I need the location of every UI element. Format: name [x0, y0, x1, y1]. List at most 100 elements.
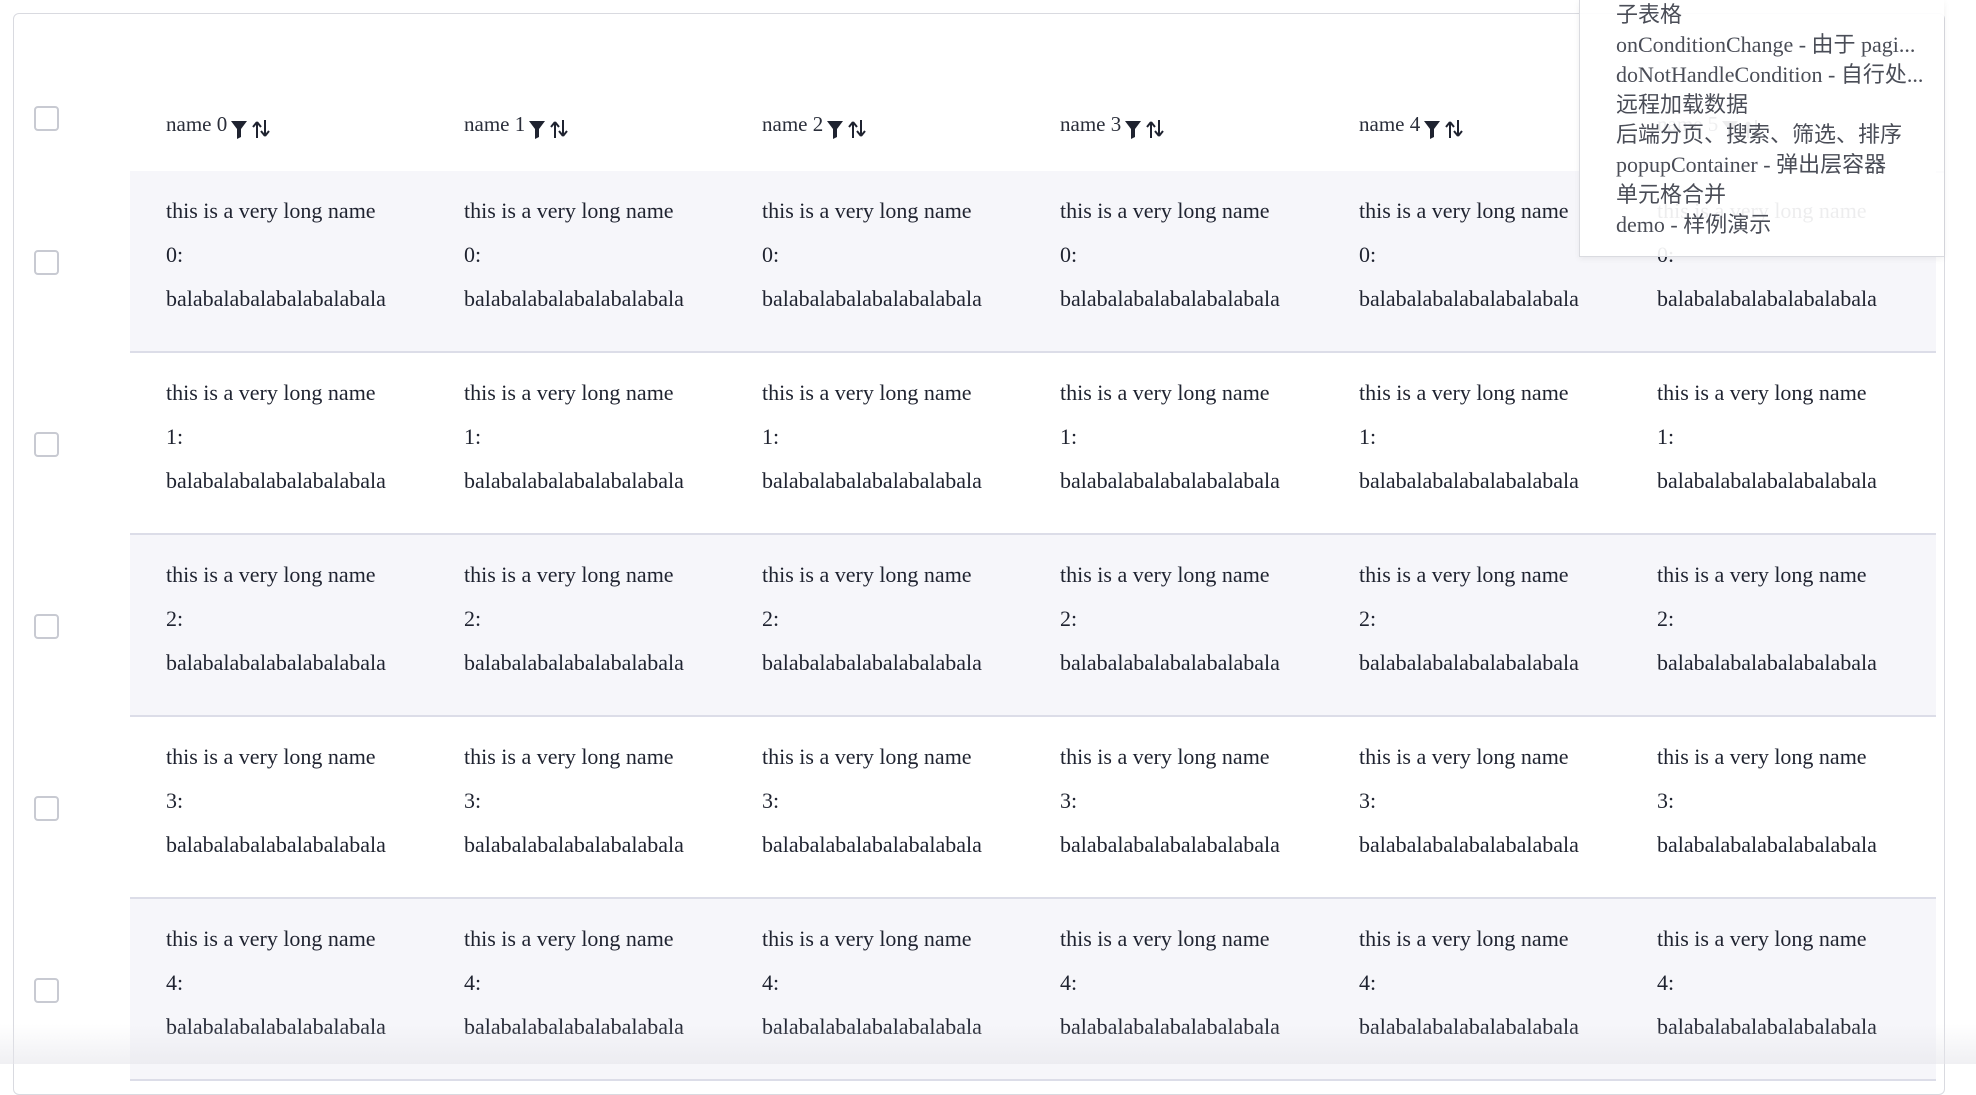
sort-icon[interactable]: [1445, 113, 1464, 138]
cell-text-line: balabalabalabalabalabala: [166, 286, 386, 311]
cell-text-line: this is a very long name: [166, 198, 376, 223]
cell-text-line: this is a very long name: [1657, 744, 1867, 769]
cell-text-line: this is a very long name: [762, 198, 972, 223]
row-checkbox[interactable]: [34, 614, 59, 639]
table-cell: this is a very long name 2: balabalabalaba…: [1657, 553, 1944, 685]
menu-item[interactable]: 远程加载数据: [1616, 90, 1946, 120]
cell-text-line: this is a very long name: [1060, 562, 1270, 587]
cell-text-line: this is a very long name: [1657, 380, 1867, 405]
cell-text-line: balabalabalabalabalabala: [166, 832, 386, 857]
menu-item[interactable]: 后端分页、搜索、筛选、排序: [1616, 120, 1946, 150]
filter-icon[interactable]: [1423, 113, 1441, 139]
menu-item[interactable]: 单元格合并: [1616, 180, 1946, 210]
table-row[interactable]: this is a very long name 2: balabalabalaba…: [130, 535, 1936, 717]
table-cell: this is a very long name 2: balabalabalaba…: [1060, 553, 1355, 685]
sort-icon[interactable]: [1146, 113, 1165, 138]
cell-text-line: 1:: [1359, 424, 1377, 449]
cell-text-line: this is a very long name: [166, 562, 376, 587]
cell-text-line: 3:: [464, 788, 482, 813]
cell-text-line: 1:: [762, 424, 780, 449]
cell-text-line: balabalabalabalabalabala: [1359, 832, 1579, 857]
cell-text-line: this is a very long name: [1060, 926, 1270, 951]
cell-text-line: balabalabalabalabalabala: [1060, 1014, 1280, 1039]
column-header-3[interactable]: name 3: [1060, 104, 1165, 144]
table-cell: this is a very long name 1: balabalabalaba…: [1657, 371, 1944, 503]
cell-text-line: 4:: [1060, 970, 1078, 995]
cell-text-line: balabalabalabalabalabala: [1657, 1014, 1877, 1039]
table-cell: this is a very long name 2: balabalabalaba…: [166, 553, 461, 685]
filter-icon[interactable]: [826, 113, 844, 139]
table-cell: this is a very long name 1: balabalabalaba…: [762, 371, 1057, 503]
cell-text-line: balabalabalabalabalabala: [1359, 650, 1579, 675]
filter-icon[interactable]: [528, 113, 546, 139]
table-cell: this is a very long name 1: balabalabalaba…: [1359, 371, 1654, 503]
cell-text-line: 0:: [1060, 242, 1078, 267]
column-header-label: name 0: [166, 112, 228, 136]
cell-text-line: this is a very long name: [1359, 380, 1569, 405]
filter-icon[interactable]: [230, 113, 248, 139]
table-cell: this is a very long name 0: balabalabalaba…: [762, 189, 1057, 321]
table-cell: this is a very long name 3: balabalabalaba…: [1657, 735, 1944, 867]
row-checkbox[interactable]: [34, 978, 59, 1003]
row-checkbox[interactable]: [34, 432, 59, 457]
cell-text-line: balabalabalabalabalabala: [1657, 468, 1877, 493]
cell-text-line: this is a very long name: [464, 198, 674, 223]
cell-text-line: balabalabalabalabalabala: [1060, 468, 1280, 493]
cell-text-line: 1:: [1060, 424, 1078, 449]
filter-icon[interactable]: [1124, 113, 1142, 139]
table-cell: this is a very long name 2: balabalabalaba…: [464, 553, 759, 685]
table-cell: this is a very long name 0: balabalabalaba…: [166, 189, 461, 321]
cell-text-line: this is a very long name: [1060, 198, 1270, 223]
row-checkbox[interactable]: [34, 796, 59, 821]
column-header-4[interactable]: name 4: [1359, 104, 1464, 144]
table-row[interactable]: this is a very long name 3: balabalabalaba…: [130, 717, 1936, 899]
cell-text-line: this is a very long name: [762, 562, 972, 587]
table-row[interactable]: this is a very long name 4: balabalabalaba…: [130, 899, 1936, 1081]
cell-text-line: 2:: [464, 606, 482, 631]
cell-text-line: this is a very long name: [464, 562, 674, 587]
cell-text-line: balabalabalabalabalabala: [1657, 286, 1877, 311]
cell-text-line: this is a very long name: [762, 926, 972, 951]
table-cell: this is a very long name 2: balabalabalaba…: [1359, 553, 1654, 685]
cell-text-line: balabalabalabalabalabala: [166, 468, 386, 493]
column-header-2[interactable]: name 2: [762, 104, 867, 144]
menu-item[interactable]: popupContainer - 弹出层容器: [1616, 150, 1946, 180]
sort-icon[interactable]: [550, 113, 569, 138]
column-header-1[interactable]: name 1: [464, 104, 569, 144]
cell-text-line: 3:: [1359, 788, 1377, 813]
table-cell: this is a very long name 4: balabalabalaba…: [762, 917, 1057, 1049]
cell-text-line: this is a very long name: [1359, 926, 1569, 951]
table-cell: this is a very long name 1: balabalabalaba…: [166, 371, 461, 503]
table-cell: this is a very long name 4: balabalabalaba…: [1060, 917, 1355, 1049]
cell-text-line: this is a very long name: [1359, 562, 1569, 587]
cell-text-line: 1:: [1657, 424, 1675, 449]
cell-text-line: balabalabalabalabalabala: [464, 650, 684, 675]
cell-text-line: balabalabalabalabalabala: [1359, 468, 1579, 493]
cell-text-line: balabalabalabalabalabala: [166, 1014, 386, 1039]
column-header-label: name 3: [1060, 112, 1122, 136]
column-header-label: name 4: [1359, 112, 1421, 136]
cell-text-line: 4:: [166, 970, 184, 995]
cell-text-line: this is a very long name: [1359, 744, 1569, 769]
cell-text-line: balabalabalabalabalabala: [1657, 650, 1877, 675]
cell-text-line: balabalabalabalabalabala: [762, 468, 982, 493]
row-checkbox[interactable]: [34, 250, 59, 275]
cell-text-line: balabalabalabalabalabala: [1657, 832, 1877, 857]
menu-item[interactable]: 子表格: [1616, 0, 1946, 30]
cell-text-line: 0:: [464, 242, 482, 267]
cell-text-line: 4:: [1657, 970, 1675, 995]
cell-text-line: balabalabalabalabalabala: [1359, 1014, 1579, 1039]
menu-item[interactable]: demo - 样例演示: [1616, 210, 1946, 240]
cell-text-line: balabalabalabalabalabala: [762, 1014, 982, 1039]
cell-text-line: balabalabalabalabalabala: [1060, 286, 1280, 311]
menu-item[interactable]: doNotHandleCondition - 自行处...: [1616, 60, 1946, 90]
table-row[interactable]: this is a very long name 1: balabalabalaba…: [130, 353, 1936, 535]
cell-text-line: 3:: [1657, 788, 1675, 813]
table-cell: this is a very long name 3: balabalabalaba…: [464, 735, 759, 867]
sort-icon[interactable]: [848, 113, 867, 138]
select-all-checkbox[interactable]: [34, 106, 59, 131]
menu-item[interactable]: onConditionChange - 由于 pagi...: [1616, 30, 1946, 60]
cell-text-line: this is a very long name: [1060, 744, 1270, 769]
sort-icon[interactable]: [252, 113, 271, 138]
column-header-0[interactable]: name 0: [166, 104, 271, 144]
